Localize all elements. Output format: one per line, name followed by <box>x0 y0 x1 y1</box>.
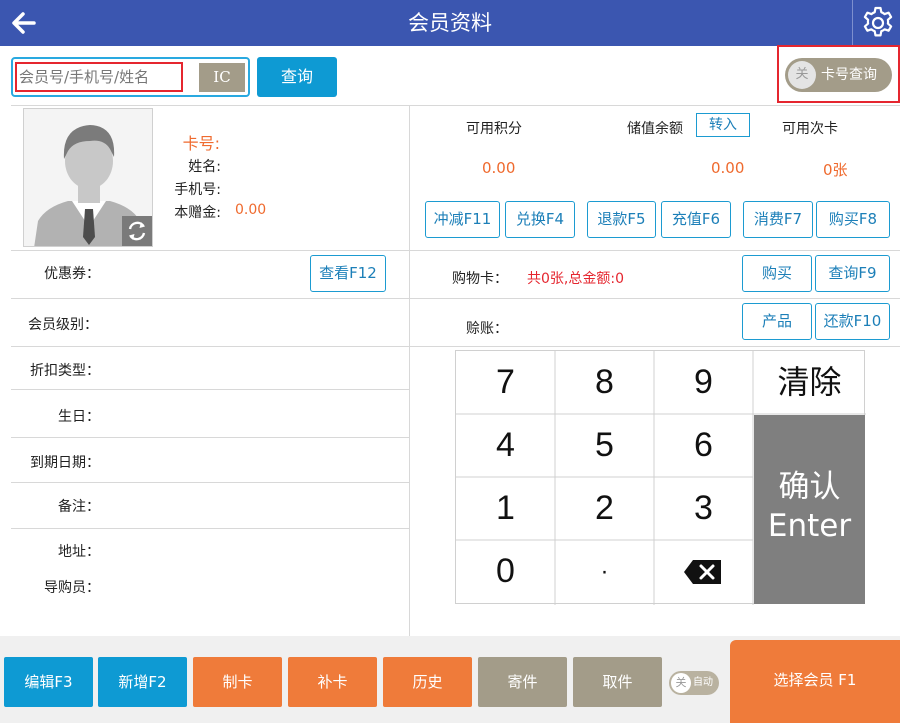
divider <box>409 105 410 636</box>
card-number-label: 卡号: <box>182 134 220 153</box>
key-8[interactable]: 8 <box>555 351 654 414</box>
deposit-item-button[interactable]: 寄件 <box>478 657 567 707</box>
member-search-input[interactable] <box>15 62 183 92</box>
points-label: 可用积分 <box>466 121 522 137</box>
key-5[interactable]: 5 <box>555 414 654 477</box>
auto-toggle-label: 自动 <box>693 677 713 688</box>
balance-value: 0.00 <box>711 159 745 177</box>
key-9[interactable]: 9 <box>654 351 753 414</box>
edit-button[interactable]: 编辑F3 <box>4 657 93 707</box>
key-1[interactable]: 1 <box>456 477 555 540</box>
credit-label: 赊账： <box>466 321 508 337</box>
deduct-button[interactable]: 冲减F11 <box>425 201 500 238</box>
query-button[interactable]: 查询 <box>257 57 337 97</box>
key-4[interactable]: 4 <box>456 414 555 477</box>
discount-type-label: 折扣类型： <box>30 363 100 379</box>
divider <box>11 105 900 106</box>
clear-key[interactable]: 清除 <box>753 351 866 414</box>
gift-label: 本赠金: <box>174 205 221 221</box>
enter-key[interactable]: 确认 Enter <box>754 415 865 604</box>
gear-icon <box>863 6 893 37</box>
enter-key-line2: Enter <box>767 508 852 544</box>
gift-value: 0.00 <box>235 202 267 218</box>
ic-card-button[interactable]: IC <box>199 63 245 92</box>
reissue-card-button[interactable]: 补卡 <box>288 657 377 707</box>
pickup-item-button[interactable]: 取件 <box>573 657 662 707</box>
times-card-value: 0张 <box>823 161 848 179</box>
key-dot[interactable]: · <box>555 540 654 603</box>
key-2[interactable]: 2 <box>555 477 654 540</box>
exchange-button[interactable]: 兑换F4 <box>505 201 575 238</box>
divider <box>11 346 900 347</box>
divider <box>11 250 900 251</box>
card-query-toggle[interactable]: 关 卡号查询 <box>777 45 900 103</box>
settings-button[interactable] <box>852 0 900 46</box>
add-member-button[interactable]: 新增F2 <box>98 657 187 707</box>
auto-toggle[interactable]: 关 自动 <box>669 671 719 695</box>
buy-shopping-card-button[interactable]: 购买 <box>742 255 812 292</box>
address-label: 地址： <box>58 544 100 560</box>
shopping-card-label: 购物卡： <box>452 271 508 287</box>
backspace-icon <box>684 560 721 584</box>
name-label: 姓名: <box>188 159 221 175</box>
recharge-button[interactable]: 充值F6 <box>661 201 731 238</box>
repay-button[interactable]: 还款F10 <box>815 303 890 340</box>
toggle-knob: 关 <box>788 61 816 89</box>
avatar[interactable] <box>23 108 153 247</box>
expiry-date-label: 到期日期： <box>30 455 100 471</box>
key-6[interactable]: 6 <box>654 414 753 477</box>
remark-label: 备注： <box>58 499 100 515</box>
purchase-button[interactable]: 购买F8 <box>816 201 890 238</box>
key-7[interactable]: 7 <box>456 351 555 414</box>
backspace-key[interactable] <box>654 540 753 603</box>
card-query-label: 卡号查询 <box>821 67 877 83</box>
numeric-keypad: 7 8 9 清除 4 5 6 1 2 3 0 · 确认 Enter <box>455 350 866 605</box>
divider <box>11 528 409 529</box>
transfer-in-button[interactable]: 转入 <box>696 113 750 137</box>
sales-guide-label: 导购员： <box>44 580 100 596</box>
page-title: 会员资料 <box>408 11 492 35</box>
points-value: 0.00 <box>482 159 516 177</box>
divider <box>11 298 900 299</box>
divider <box>11 437 409 438</box>
select-member-button[interactable]: 选择会员 F1 <box>730 640 900 723</box>
birthday-label: 生日： <box>58 409 100 425</box>
member-level-label: 会员级别： <box>28 317 98 333</box>
make-card-button[interactable]: 制卡 <box>193 657 282 707</box>
divider <box>11 482 409 483</box>
product-button[interactable]: 产品 <box>742 303 812 340</box>
phone-label: 手机号: <box>174 182 221 198</box>
refund-button[interactable]: 退款F5 <box>587 201 656 238</box>
key-0[interactable]: 0 <box>456 540 555 603</box>
key-3[interactable]: 3 <box>654 477 753 540</box>
divider <box>11 389 409 390</box>
history-button[interactable]: 历史 <box>383 657 472 707</box>
search-bar: IC <box>11 57 250 97</box>
view-coupons-button[interactable]: 查看F12 <box>310 255 386 292</box>
consume-button[interactable]: 消费F7 <box>743 201 813 238</box>
title-bar: 会员资料 <box>0 0 900 46</box>
times-card-label: 可用次卡 <box>782 121 838 137</box>
coupon-label: 优惠券： <box>44 266 100 282</box>
balance-label: 储值余额 <box>627 121 683 137</box>
query-shopping-card-button[interactable]: 查询F9 <box>815 255 890 292</box>
auto-toggle-knob: 关 <box>671 673 691 693</box>
shopping-card-summary: 共0张,总金额:0 <box>527 271 624 287</box>
enter-key-line1: 确认 <box>778 469 841 505</box>
toggle-track: 关 卡号查询 <box>785 58 892 92</box>
